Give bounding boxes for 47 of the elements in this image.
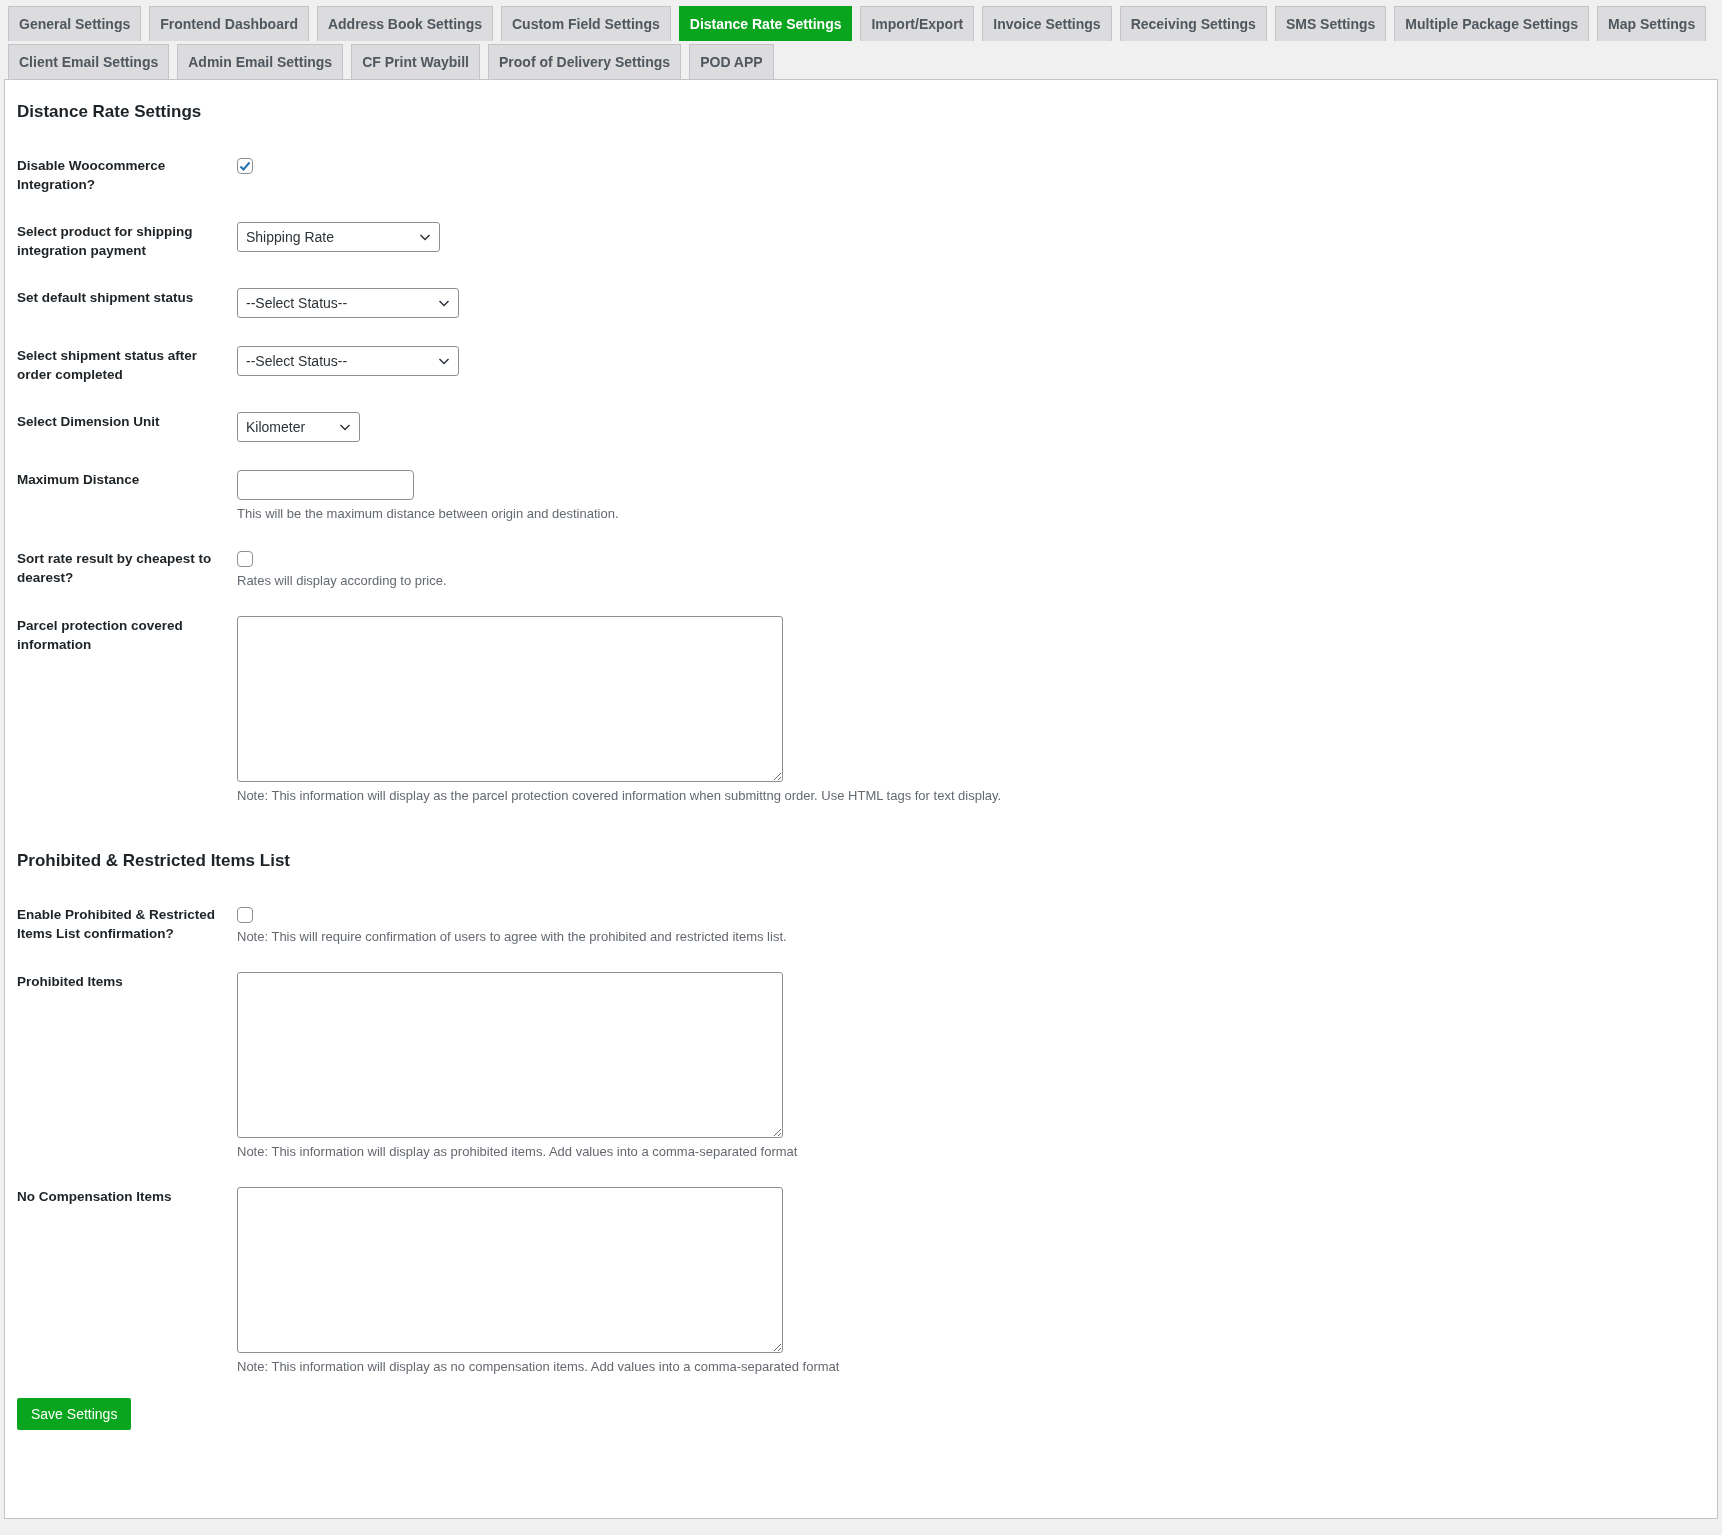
input-field[interactable]	[237, 470, 414, 500]
field-description: Note: This information will display as prohibited items. Add values into a comma-separated format	[237, 1144, 798, 1159]
field-description: Rates will display according to price.	[237, 573, 447, 588]
save-button[interactable]: Save Settings	[17, 1398, 132, 1430]
section-heading: Distance Rate Settings	[17, 102, 203, 122]
textarea-field[interactable]	[237, 972, 783, 1138]
tab[interactable]: General Settings	[8, 6, 142, 41]
tab[interactable]: POD APP	[689, 44, 774, 79]
field-label: Select shipment status after order completed	[17, 347, 199, 384]
field-label: Sort rate result by cheapest to dearest?	[17, 550, 213, 587]
checkbox[interactable]	[237, 551, 253, 567]
field-label: Enable Prohibited & Restricted Items List confirmation?	[17, 906, 217, 943]
tab[interactable]: Map Settings	[1597, 6, 1707, 41]
field-label: Disable Woocommerce Integration?	[17, 157, 167, 194]
tab[interactable]: Admin Email Settings	[177, 44, 344, 79]
tab[interactable]: Import/Export	[860, 6, 975, 41]
checkbox[interactable]	[237, 907, 253, 923]
select-dropdown[interactable]: Shipping Rate	[237, 222, 440, 252]
tab[interactable]: Custom Field Settings	[500, 6, 671, 41]
tab[interactable]: Multiple Package Settings	[1394, 6, 1590, 41]
field-description: This will be the maximum distance between origin and destination.	[237, 506, 619, 521]
field-label: Select product for shipping integration payment	[17, 223, 194, 260]
field-description: Note: This information will display as no compensation items. Add values into a comma-separated format	[237, 1359, 840, 1374]
field-label: Parcel protection covered information	[17, 617, 184, 654]
select-dropdown[interactable]: Kilometer	[237, 412, 360, 442]
tab[interactable]: SMS Settings	[1274, 6, 1387, 41]
tab[interactable]: Client Email Settings	[8, 44, 170, 79]
field-label: Maximum Distance	[17, 471, 141, 489]
field-label: No Compensation Items	[17, 1188, 173, 1206]
section-heading: Prohibited & Restricted Items List	[17, 851, 291, 871]
select-dropdown[interactable]: --Select Status--	[237, 288, 459, 318]
textarea-field[interactable]	[237, 1187, 783, 1353]
field-label: Select Dimension Unit	[17, 413, 161, 431]
checkbox[interactable]	[237, 158, 253, 174]
tab[interactable]: Invoice Settings	[982, 6, 1112, 41]
select-dropdown[interactable]: --Select Status--	[237, 346, 459, 376]
field-label: Prohibited Items	[17, 973, 124, 991]
tab[interactable]: Proof of Delivery Settings	[488, 44, 682, 79]
field-label: Set default shipment status	[17, 289, 195, 307]
tab[interactable]: Distance Rate Settings	[678, 6, 853, 41]
field-description: Note: This information will display as the parcel protection covered information when submittng order. Use HTML tags for text display.	[237, 788, 1002, 803]
tab[interactable]: CF Print Waybill	[351, 44, 480, 79]
tab[interactable]: Receiving Settings	[1119, 6, 1267, 41]
textarea-field[interactable]	[237, 616, 783, 782]
field-description: Note: This will require confirmation of users to agree with the prohibited and restricted items list.	[237, 929, 787, 944]
tab[interactable]: Address Book Settings	[316, 6, 493, 41]
tab[interactable]: Frontend Dashboard	[149, 6, 309, 41]
